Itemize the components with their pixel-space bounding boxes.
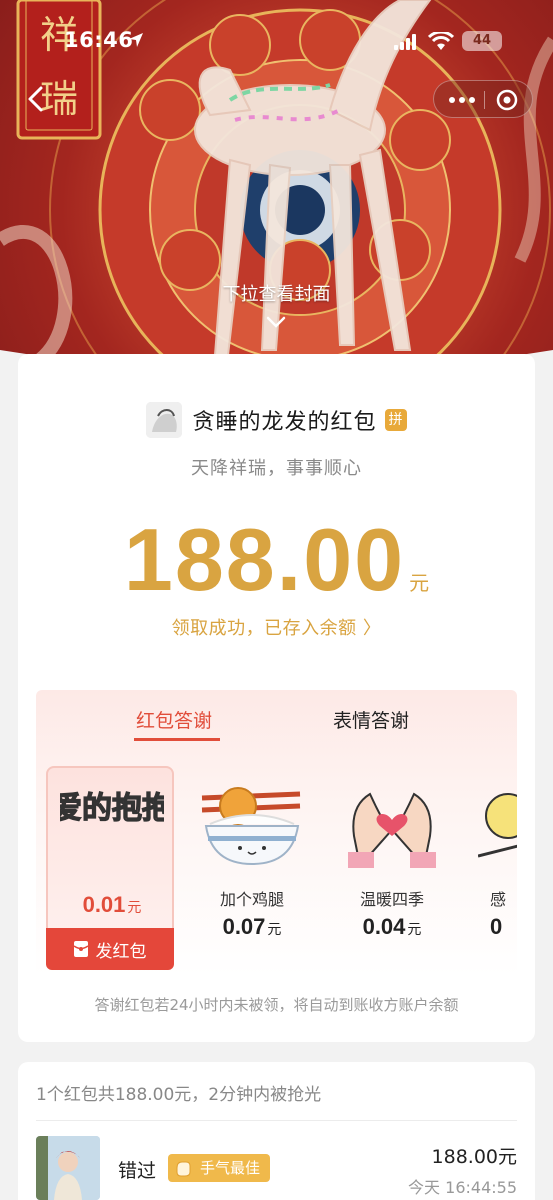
chevron-down-icon [266,316,286,328]
red-packet-detail-card: 贪睡的龙发的红包 拼 天降祥瑞，事事顺心 188.00 元 领取成功，已存入余额 … [18,354,535,1042]
gift-partial[interactable]: 感 0 [468,766,517,970]
gift-price: 0 [490,914,503,939]
send-button-label: 发红包 [95,941,147,962]
location-arrow-icon [129,33,143,47]
gift-price: 0.01 元 [82,892,142,917]
wifi-icon [428,32,454,50]
active-tab-underline [134,738,220,741]
claimed-time: 今天 16:44:55 [408,1178,517,1197]
records-summary: 1个红包共188.00元，2分钟内被抢光 [36,1085,322,1105]
thumb-hand-icon [176,1161,191,1177]
status-bar: 16:46 44 [0,28,553,56]
pull-to-view-cover-hint: 下拉查看封面 [222,284,331,305]
sender-name: 贪睡的龙发的红包 [192,410,377,435]
gift-price: 0.04 元 [362,914,422,939]
capsule-divider [484,91,485,109]
more-dots-icon[interactable] [447,91,477,109]
gift-warm-seasons[interactable]: 温暖四季 0.04 元 [328,766,456,970]
amount-row: 188.00 元 [18,512,535,608]
group-pin-badge: 拼 [384,409,407,431]
best-luck-badge: 手气最佳 [168,1154,271,1182]
hug-sticker-text: 爱的抱抱 [60,791,164,826]
status-time: 16:46 [64,28,134,52]
received-amount: 188.00 [123,510,406,609]
amount-unit: 元 [409,571,430,595]
gift-name: 温暖四季 [359,890,424,909]
back-chevron-icon[interactable] [22,84,50,114]
claimer-avatar[interactable] [36,1136,100,1200]
miniprogram-capsule [433,80,533,118]
thanks-panel: 红包答谢 表情答谢 爱的抱抱 0.01 元 发红包 加个鸡腿 0.07 元 温暖… [36,690,517,976]
claim-records: 1个红包共188.00元，2分钟内被抢光 错过 手气最佳 188.00元 今天 … [18,1062,535,1200]
claimed-amount: 188.00元 [431,1146,517,1168]
sender-row: 贪睡的龙发的红包 拼 [18,402,535,438]
blessing-text: 天降祥瑞，事事顺心 [191,458,362,479]
battery-indicator: 44 [462,31,502,51]
sender-avatar[interactable] [146,402,183,438]
thanks-auto-credit-note: 答谢红包若24小时内未被领，将自动到账收方账户余额 [94,996,459,1014]
gift-price: 0.07 元 [222,914,282,939]
tab-sticker-thanks[interactable]: 表情答谢 [333,706,409,742]
best-luck-label: 手气最佳 [200,1159,261,1177]
hug-sticker-image: 爱的抱抱 [60,790,164,826]
cellular-signal-icon [394,34,416,50]
gift-hug[interactable]: 爱的抱抱 0.01 元 发红包 [46,766,174,970]
gift-chicken-leg[interactable]: 加个鸡腿 0.07 元 [188,766,316,970]
records-divider [36,1120,517,1121]
red-packet-icon [73,941,88,957]
heart-hands-icon [348,792,436,868]
partial-sticker-icon [478,793,517,858]
claimer-name: 错过 [118,1160,157,1182]
gift-name: 加个鸡腿 [219,890,284,909]
gift-name: 感 [490,890,507,909]
claim-status-link[interactable]: 领取成功，已存入余额 〉 [18,614,535,640]
send-red-packet-button[interactable]: 发红包 [46,928,174,970]
tab-label: 红包答谢 [136,710,213,732]
close-target-icon[interactable] [496,89,518,111]
red-packet-cover[interactable]: 祥 瑞 16:46 44 下拉查看封面 [0,0,553,380]
tab-label: 表情答谢 [333,710,410,732]
tab-red-packet-thanks[interactable]: 红包答谢 [134,706,220,742]
rice-bowl-chicken-icon [201,787,301,866]
